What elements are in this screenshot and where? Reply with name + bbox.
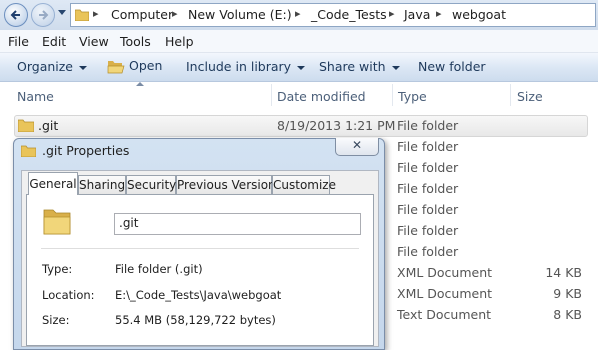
folder-name-field[interactable]: .git — [114, 213, 361, 235]
folder-icon — [21, 145, 36, 157]
column-header-size[interactable]: Size — [517, 89, 543, 104]
sort-arrow-icon — [136, 82, 144, 86]
type-label: Type: — [42, 262, 73, 276]
back-button[interactable] — [4, 3, 28, 27]
organize-label: Organize — [17, 59, 73, 74]
menu-edit[interactable]: Edit — [42, 34, 66, 49]
tab-general[interactable]: General — [28, 172, 78, 195]
menu-help[interactable]: Help — [165, 34, 194, 49]
location-value: E:\_Code_Tests\Java\webgoat — [115, 288, 282, 302]
column-header-date[interactable]: Date modified — [277, 89, 366, 104]
breadcrumb-computer[interactable]: Computer — [111, 7, 173, 22]
close-icon: ✕ — [352, 138, 363, 152]
breadcrumb-webgoat[interactable]: webgoat — [452, 7, 506, 22]
file-type: File folder — [397, 202, 459, 217]
recent-pages-dropdown[interactable] — [58, 10, 66, 15]
dialog-title: .git Properties — [42, 143, 130, 158]
menu-file[interactable]: File — [8, 34, 29, 49]
menu-tools[interactable]: Tools — [120, 34, 151, 49]
breadcrumb-new-volume[interactable]: New Volume (E:) — [188, 7, 292, 22]
file-size: 8 KB — [553, 307, 582, 322]
open-button[interactable]: Open — [107, 58, 162, 74]
close-button[interactable]: ✕ — [335, 138, 379, 156]
size-label: Size: — [42, 313, 70, 327]
file-type: File folder — [397, 139, 459, 154]
column-header-type[interactable]: Type — [398, 89, 427, 104]
menu-view[interactable]: View — [79, 34, 109, 49]
chevron-down-icon — [297, 65, 306, 70]
file-size: 9 KB — [553, 286, 582, 301]
breadcrumb-separator: ▸ — [436, 7, 442, 20]
open-folder-icon — [107, 61, 125, 74]
organize-button[interactable]: Organize — [17, 59, 87, 74]
include-label: Include in library — [186, 59, 292, 74]
folder-icon — [18, 119, 34, 132]
share-with-button[interactable]: Share with — [319, 59, 400, 74]
forward-arrow-icon — [39, 10, 49, 20]
divider — [41, 248, 359, 249]
tab-previous-versions[interactable]: Previous Versions — [176, 175, 282, 194]
open-label: Open — [129, 58, 163, 73]
file-type: XML Document — [397, 286, 493, 301]
tab-sharing[interactable]: Sharing — [78, 175, 126, 194]
file-date: 8/19/2013 1:21 PM — [277, 118, 396, 133]
breadcrumb-java[interactable]: Java — [404, 7, 430, 22]
forward-button[interactable] — [31, 3, 55, 27]
size-value: 55.4 MB (58,129,722 bytes) — [115, 313, 276, 327]
chevron-down-icon — [79, 65, 87, 70]
folder-name-value: .git — [119, 216, 139, 230]
column-divider[interactable] — [271, 84, 272, 106]
file-size: 14 KB — [545, 265, 582, 280]
column-divider[interactable] — [510, 84, 511, 106]
include-in-library-button[interactable]: Include in library — [186, 59, 306, 74]
breadcrumb-separator: ▸ — [295, 7, 301, 20]
location-label: Location: — [42, 288, 95, 302]
file-name[interactable]: .git — [38, 118, 58, 133]
folder-icon — [43, 209, 71, 235]
chevron-down-icon — [391, 65, 400, 70]
column-header-name[interactable]: Name — [17, 89, 54, 104]
new-folder-button[interactable]: New folder — [418, 59, 486, 74]
breadcrumb-code-tests[interactable]: _Code_Tests — [311, 7, 387, 22]
file-type: File folder — [397, 160, 459, 175]
breadcrumb-separator: ▸ — [389, 7, 395, 20]
file-type: XML Document — [397, 265, 493, 280]
file-type: File folder — [397, 118, 459, 133]
file-type: File folder — [397, 223, 459, 238]
file-type: Text Document — [397, 307, 492, 322]
share-label: Share with — [319, 59, 386, 74]
tab-security[interactable]: Security — [126, 175, 176, 194]
file-type: File folder — [397, 181, 459, 196]
tab-customize[interactable]: Customize — [272, 175, 336, 194]
back-arrow-icon — [10, 10, 20, 20]
address-field[interactable]: ▸ Computer ▸ New Volume (E:) ▸ _Code_Tes… — [70, 3, 596, 27]
breadcrumb-separator: ▸ — [93, 7, 99, 20]
folder-icon — [75, 9, 89, 21]
column-divider[interactable] — [392, 84, 393, 106]
type-value: File folder (.git) — [115, 262, 203, 276]
breadcrumb-separator: ▸ — [172, 7, 178, 20]
file-type: File folder — [397, 244, 459, 259]
